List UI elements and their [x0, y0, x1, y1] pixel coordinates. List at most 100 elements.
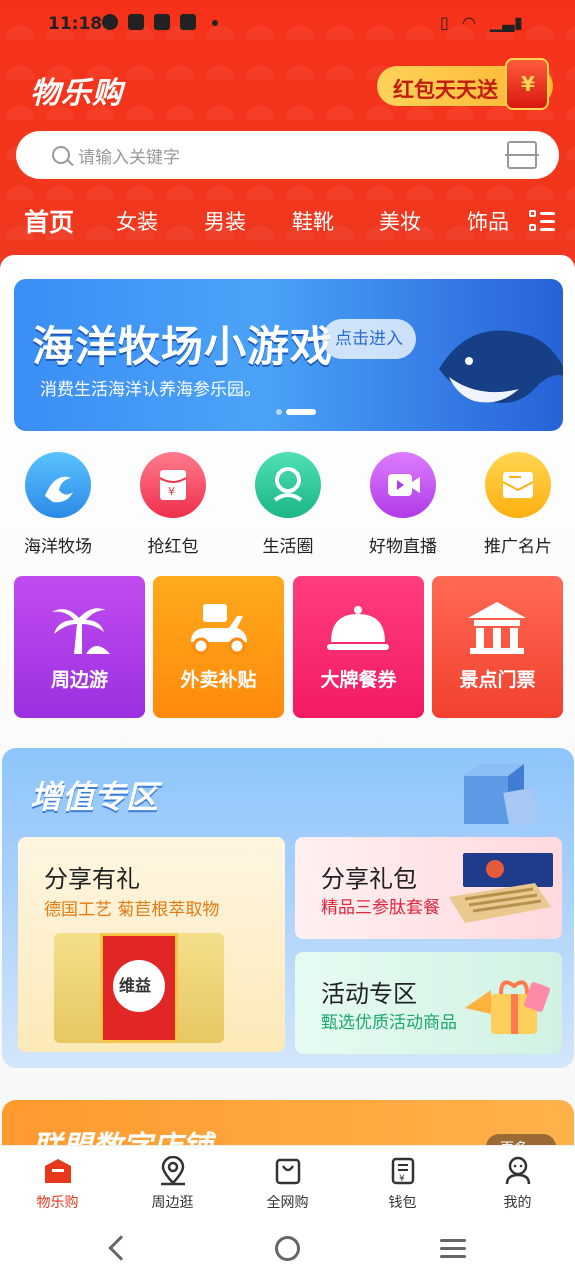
- tab-label: 我的: [503, 1195, 532, 1211]
- tile-label: 外卖补贴: [180, 669, 257, 691]
- shop-icon: [43, 1156, 73, 1186]
- tab-home[interactable]: 首页: [24, 203, 74, 239]
- quick-label: 生活圈: [262, 537, 314, 557]
- tab-wallet[interactable]: ¥ 钱包: [345, 1146, 460, 1212]
- battery-icon: ▮: [514, 13, 523, 32]
- gift-box-icon: [505, 58, 549, 110]
- card-title: 活动专区: [321, 980, 417, 1008]
- scan-icon[interactable]: [505, 141, 539, 169]
- alliance-store-section: 联盟数字店铺 更多: [2, 1100, 574, 1165]
- share-gift-card[interactable]: 分享有礼 德国工艺 菊苣根萃取物 维益: [18, 837, 285, 1052]
- card-subtitle: 精品三参肽套餐: [321, 898, 440, 918]
- mail-icon: [154, 14, 170, 30]
- quick-label: 抢红包: [147, 537, 199, 557]
- card-title: 分享有礼: [44, 865, 140, 893]
- banner-subtitle: 消费生活海洋认养海参乐园。: [40, 380, 261, 400]
- tab-all-web[interactable]: 全网购: [230, 1146, 345, 1212]
- gift-icon: [465, 980, 550, 1034]
- activity-zone-card[interactable]: 活动专区 甄选优质活动商品: [295, 952, 562, 1054]
- red-packet-promo-button[interactable]: 红包天天送: [377, 58, 553, 110]
- svg-text:¥: ¥: [399, 1174, 405, 1184]
- tile-scenic-tickets[interactable]: 景点门票: [432, 576, 563, 718]
- tab-label: 全网购: [266, 1195, 309, 1211]
- back-icon[interactable]: [108, 1235, 134, 1261]
- svg-text:¥: ¥: [168, 485, 175, 498]
- tab-nearby[interactable]: 周边逛: [115, 1146, 230, 1212]
- tab-shoes[interactable]: 鞋靴: [292, 206, 334, 236]
- app-brand: 物乐购: [30, 76, 123, 111]
- quick-life-circle[interactable]: 生活圈: [238, 452, 338, 557]
- quick-live-stream[interactable]: 好物直播: [353, 452, 453, 557]
- home-icon[interactable]: [275, 1236, 300, 1261]
- tab-mine[interactable]: 我的: [460, 1146, 575, 1212]
- tile-brand-coupons[interactable]: 大牌餐券: [293, 576, 424, 718]
- quick-label: 好物直播: [369, 537, 437, 557]
- notification-icon: [102, 14, 118, 30]
- video-icon: [370, 452, 436, 518]
- product-box-image: 维益: [54, 933, 224, 1043]
- quick-ocean-ranch[interactable]: 海洋牧场: [8, 452, 108, 557]
- system-nav-bar: [0, 1217, 575, 1280]
- tab-accessories[interactable]: 饰品: [467, 206, 509, 236]
- promo-label: 红包天天送: [393, 78, 498, 102]
- signal-icon: ▁▃: [490, 13, 515, 32]
- service-tiles: 周边游 外卖补贴 大牌餐券 景点门票: [14, 576, 563, 718]
- quick-label: 推广名片: [484, 537, 552, 557]
- tab-label: 钱包: [388, 1195, 417, 1211]
- wave-icon: [25, 452, 91, 518]
- enter-button[interactable]: 点击进入: [322, 319, 416, 359]
- tab-mens[interactable]: 男装: [204, 206, 246, 236]
- palm-tree-icon: [52, 608, 110, 654]
- status-time: 11:18: [48, 14, 103, 34]
- more-notifications-icon: [212, 20, 218, 26]
- bottom-tab-bar: 物乐购 周边逛 全网购 ¥ 钱包 我的: [0, 1145, 575, 1217]
- tab-label: 周边逛: [151, 1195, 194, 1211]
- quick-icons: 海洋牧场 ¥ 抢红包 生活圈 好物直播 推广名片: [0, 452, 575, 562]
- people-icon: [255, 452, 321, 518]
- tab-label: 物乐购: [36, 1195, 79, 1211]
- ocean-game-banner[interactable]: 海洋牧场小游戏 消费生活海洋认养海参乐园。 点击进入: [14, 279, 563, 431]
- status-bar: 11:18 ▯ ◠ ▁▃ ▮: [0, 0, 575, 46]
- search-icon: [52, 146, 70, 164]
- category-tabs: 首页 女装 男装 鞋靴 美妆 饰品: [0, 200, 575, 244]
- quick-promo-card[interactable]: 推广名片: [468, 452, 568, 557]
- tile-label: 周边游: [50, 669, 108, 691]
- category-menu-icon[interactable]: [529, 208, 555, 234]
- card-subtitle: 甄选优质活动商品: [321, 1013, 457, 1033]
- cloche-icon: [327, 606, 389, 650]
- gift-box-image: [449, 853, 553, 923]
- tile-nearby-travel[interactable]: 周边游: [14, 576, 145, 718]
- bag-icon: [273, 1156, 303, 1186]
- mail-icon: [180, 14, 196, 30]
- tab-beauty[interactable]: 美妆: [379, 206, 421, 236]
- search-bar[interactable]: 请输入关键字: [16, 131, 559, 179]
- product-box-text: 维益: [119, 976, 152, 995]
- tile-delivery-subsidy[interactable]: 外卖补贴: [153, 576, 284, 718]
- share-package-card[interactable]: 分享礼包 精品三参肽套餐: [295, 837, 562, 939]
- tile-label: 景点门票: [459, 669, 536, 691]
- tile-label: 大牌餐券: [320, 669, 397, 691]
- quick-label: 海洋牧场: [24, 537, 92, 557]
- temple-icon: [468, 602, 526, 654]
- card-icon: [485, 452, 551, 518]
- recents-icon[interactable]: [440, 1239, 466, 1259]
- card-subtitle: 德国工艺 菊苣根萃取物: [44, 900, 220, 920]
- scooter-icon: [191, 604, 247, 655]
- tab-wulegou[interactable]: 物乐购: [0, 1146, 115, 1212]
- wifi-icon: ◠: [462, 13, 476, 32]
- vibrate-icon: ▯: [440, 13, 449, 32]
- search-input[interactable]: 请输入关键字: [78, 143, 180, 168]
- boxes-icon: [464, 764, 539, 827]
- mail-icon: [128, 14, 144, 30]
- value-zone-title: 增值专区: [30, 778, 159, 816]
- banner-indicator-active: [286, 409, 316, 415]
- banner-title: 海洋牧场小游戏: [32, 322, 334, 371]
- location-icon: [158, 1155, 188, 1186]
- user-icon: [503, 1156, 533, 1186]
- whale-icon: [439, 330, 563, 403]
- banner-indicator: [276, 409, 282, 415]
- card-title: 分享礼包: [321, 865, 417, 893]
- wallet-icon: ¥: [388, 1156, 418, 1186]
- tab-womens[interactable]: 女装: [116, 206, 158, 236]
- quick-red-packet[interactable]: ¥ 抢红包: [123, 452, 223, 557]
